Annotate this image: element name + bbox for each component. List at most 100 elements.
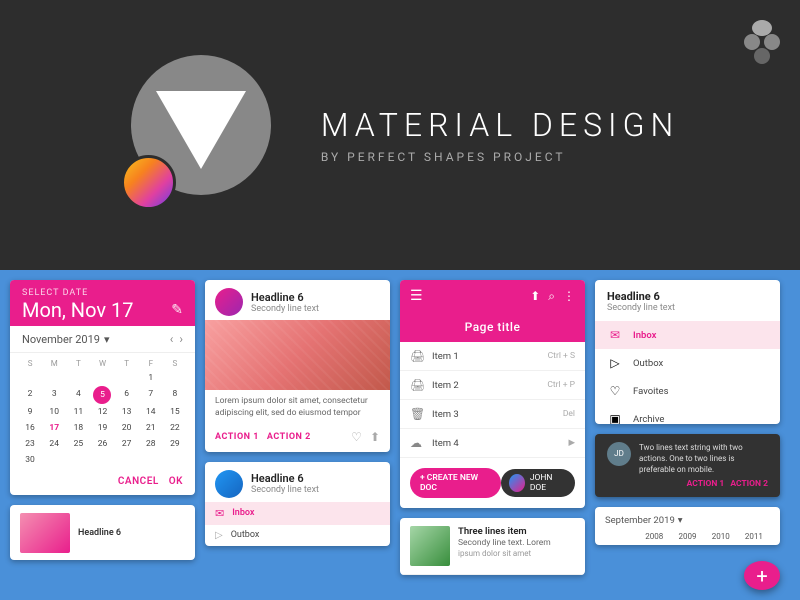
column-4: Headline 6 Secondy line text ✉ Inbox ▷ O… xyxy=(595,280,780,590)
header-section: MATERIAL DESIGN BY PERFECT SHAPES PROJEC… xyxy=(0,0,800,270)
article-1-action1[interactable]: ACTION 1 xyxy=(215,432,259,442)
article-1-icons: ♡ ⬆ xyxy=(351,430,380,444)
android-icon xyxy=(121,155,176,210)
cal-month-row: November 2019 ▾ ‹ › xyxy=(10,326,195,353)
cal-select-date-label: SELECT DATE xyxy=(22,288,183,298)
list-thumbnail xyxy=(410,526,450,566)
cal-next-btn[interactable]: › xyxy=(179,332,183,346)
appbar-actions: ⬆ ⌕ ⋮ xyxy=(530,289,575,304)
article-card-1: Headline 6 Secondy line text Lorem ipsum… xyxy=(205,280,390,452)
nav-inbox-label: Inbox xyxy=(633,330,656,341)
menu-icon[interactable]: ☰ xyxy=(410,288,423,304)
inbox-item-icon: ✉ xyxy=(215,507,224,520)
list-item-4-icon: ☁ xyxy=(410,436,424,450)
list-item-2-shortcut: Ctrl + P xyxy=(547,380,575,390)
cal-nav: ‹ › xyxy=(170,332,183,346)
snackbar-action2[interactable]: ACTION 2 xyxy=(730,479,768,489)
cal-today[interactable]: 5 xyxy=(93,386,111,404)
list-item-2-label: Item 2 xyxy=(432,380,459,391)
page-title: Page title xyxy=(410,320,575,334)
list-item-1-label: Item 1 xyxy=(432,351,459,362)
calendar-header: SELECT DATE Mon, Nov 17 ✎ xyxy=(10,280,195,326)
mini-calendar: September 2019 ▾ 2008 2009 2010 2011 xyxy=(595,507,780,545)
small-card-thumbnail xyxy=(20,513,70,553)
nav-drawer-subtitle: Secondy line text xyxy=(607,303,768,313)
create-doc-fab[interactable]: + CREATE NEW DOC xyxy=(410,468,501,498)
calendar-card: SELECT DATE Mon, Nov 17 ✎ November 2019 … xyxy=(10,280,195,495)
nav-item-inbox[interactable]: ✉ Inbox xyxy=(595,321,780,349)
list-item-4-label: Item 4 xyxy=(432,438,459,449)
snackbar: JD Two lines text string with two action… xyxy=(595,434,780,498)
inbox-item-outbox[interactable]: ▷ Outbox xyxy=(205,525,390,546)
small-card-col1: Headline 6 xyxy=(10,505,195,560)
header-subtitle: BY PERFECT SHAPES PROJECT xyxy=(321,150,679,164)
article-1-headline: Headline 6 xyxy=(251,291,319,304)
cal-actions: CANCEL OK xyxy=(10,472,195,495)
cal-ok-btn[interactable]: OK xyxy=(169,476,183,487)
nav-item-archive[interactable]: ▣ Archive xyxy=(595,405,780,424)
list-3title: Three lines item xyxy=(458,526,551,537)
share-icon[interactable]: ⬆ xyxy=(530,289,540,304)
cal-highlighted-day[interactable]: 17 xyxy=(42,420,66,436)
list-item-2-icon: 🖨 xyxy=(410,378,424,392)
header-logo: MATERIAL DESIGN BY PERFECT SHAPES PROJEC… xyxy=(121,55,679,215)
article-1-actions: ACTION 1 ACTION 2 xyxy=(215,432,311,442)
figma-icon xyxy=(744,20,780,68)
snackbar-actions: ACTION 1 ACTION 2 xyxy=(639,479,768,489)
page-title-bar: Page title xyxy=(400,312,585,342)
mini-cal-grid: 2008 2009 2010 2011 xyxy=(605,530,770,543)
outbox-label: Outbox xyxy=(231,530,260,540)
outbox-icon: ▷ xyxy=(215,530,223,541)
logo-graphic xyxy=(121,55,281,215)
nav-archive-icon: ▣ xyxy=(607,412,623,424)
nav-item-outbox[interactable]: ▷ Outbox xyxy=(595,349,780,377)
header-title: MATERIAL DESIGN xyxy=(321,106,679,144)
cal-edit-icon[interactable]: ✎ xyxy=(171,302,183,318)
article-1-avatar xyxy=(215,288,243,316)
article-1-action2[interactable]: ACTION 2 xyxy=(267,432,311,442)
cal-prev-btn[interactable]: ‹ xyxy=(170,332,174,346)
column-1: SELECT DATE Mon, Nov 17 ✎ November 2019 … xyxy=(10,280,195,590)
app-list-card: ☰ ⬆ ⌕ ⋮ Page title 🖨 Item 1 Ctrl + S xyxy=(400,280,585,508)
mini-cal-month: September 2019 ▾ xyxy=(605,515,683,526)
cal-selected-date: Mon, Nov 17 xyxy=(22,298,133,322)
inbox-headline: Headline 6 xyxy=(251,472,319,485)
list-item-1[interactable]: 🖨 Item 1 Ctrl + S xyxy=(400,342,585,371)
more-icon[interactable]: ⋮ xyxy=(563,289,575,304)
mini-cal-header: September 2019 ▾ xyxy=(605,515,770,526)
list-item-4[interactable]: ☁ Item 4 ▶ xyxy=(400,429,585,458)
inbox-item-label: Inbox xyxy=(232,508,254,518)
three-lines-card: Three lines item Secondy line text. Lore… xyxy=(400,518,585,575)
cal-cancel-btn[interactable]: CANCEL xyxy=(118,476,159,487)
article-1-like-icon[interactable]: ♡ xyxy=(351,430,362,444)
cal-days-header: S M T W T F S xyxy=(18,357,187,370)
list-item-2[interactable]: 🖨 Item 2 Ctrl + P xyxy=(400,371,585,400)
nav-outbox-label: Outbox xyxy=(633,358,663,369)
inbox-item-inbox[interactable]: ✉ Inbox xyxy=(205,502,390,525)
nav-item-favorites[interactable]: ♡ Favoites xyxy=(595,377,780,405)
cal-days: 1 2 3 4 5 6 7 8 9 10 11 12 13 14 xyxy=(18,370,187,468)
logo-triangle xyxy=(156,91,246,169)
inbox-avatar xyxy=(215,470,243,498)
user-chip: JOHN DOE xyxy=(501,469,576,497)
main-content: SELECT DATE Mon, Nov 17 ✎ November 2019 … xyxy=(0,270,800,600)
column-2: Headline 6 Secondy line text Lorem ipsum… xyxy=(205,280,390,590)
nav-drawer-title: Headline 6 xyxy=(607,290,768,303)
list-item-3[interactable]: 🗑 Item 3 Del xyxy=(400,400,585,429)
three-lines-item[interactable]: Three lines item Secondy line text. Lore… xyxy=(400,518,585,575)
inbox-card-header: Headline 6 Secondy line text xyxy=(205,462,390,502)
snackbar-action1[interactable]: ACTION 1 xyxy=(687,479,725,489)
article-1-share-icon[interactable]: ⬆ xyxy=(370,430,380,444)
list-item-1-icon: 🖨 xyxy=(410,349,424,363)
list-item-3-label: Item 3 xyxy=(432,409,459,420)
search-icon[interactable]: ⌕ xyxy=(548,289,555,304)
article-1-image xyxy=(205,320,390,390)
nav-drawer-header: Headline 6 Secondy line text xyxy=(595,280,780,321)
small-card-text: Headline 6 xyxy=(78,528,121,538)
fab-circle-btn[interactable]: + xyxy=(744,561,780,590)
article-card-1-header: Headline 6 Secondy line text xyxy=(205,280,390,320)
snackbar-avatar: JD xyxy=(607,442,631,466)
list-item-4-shortcut: ▶ xyxy=(568,438,575,448)
article-1-footer: ACTION 1 ACTION 2 ♡ ⬆ xyxy=(205,426,390,452)
article-1-subline: Secondy line text xyxy=(251,304,319,314)
